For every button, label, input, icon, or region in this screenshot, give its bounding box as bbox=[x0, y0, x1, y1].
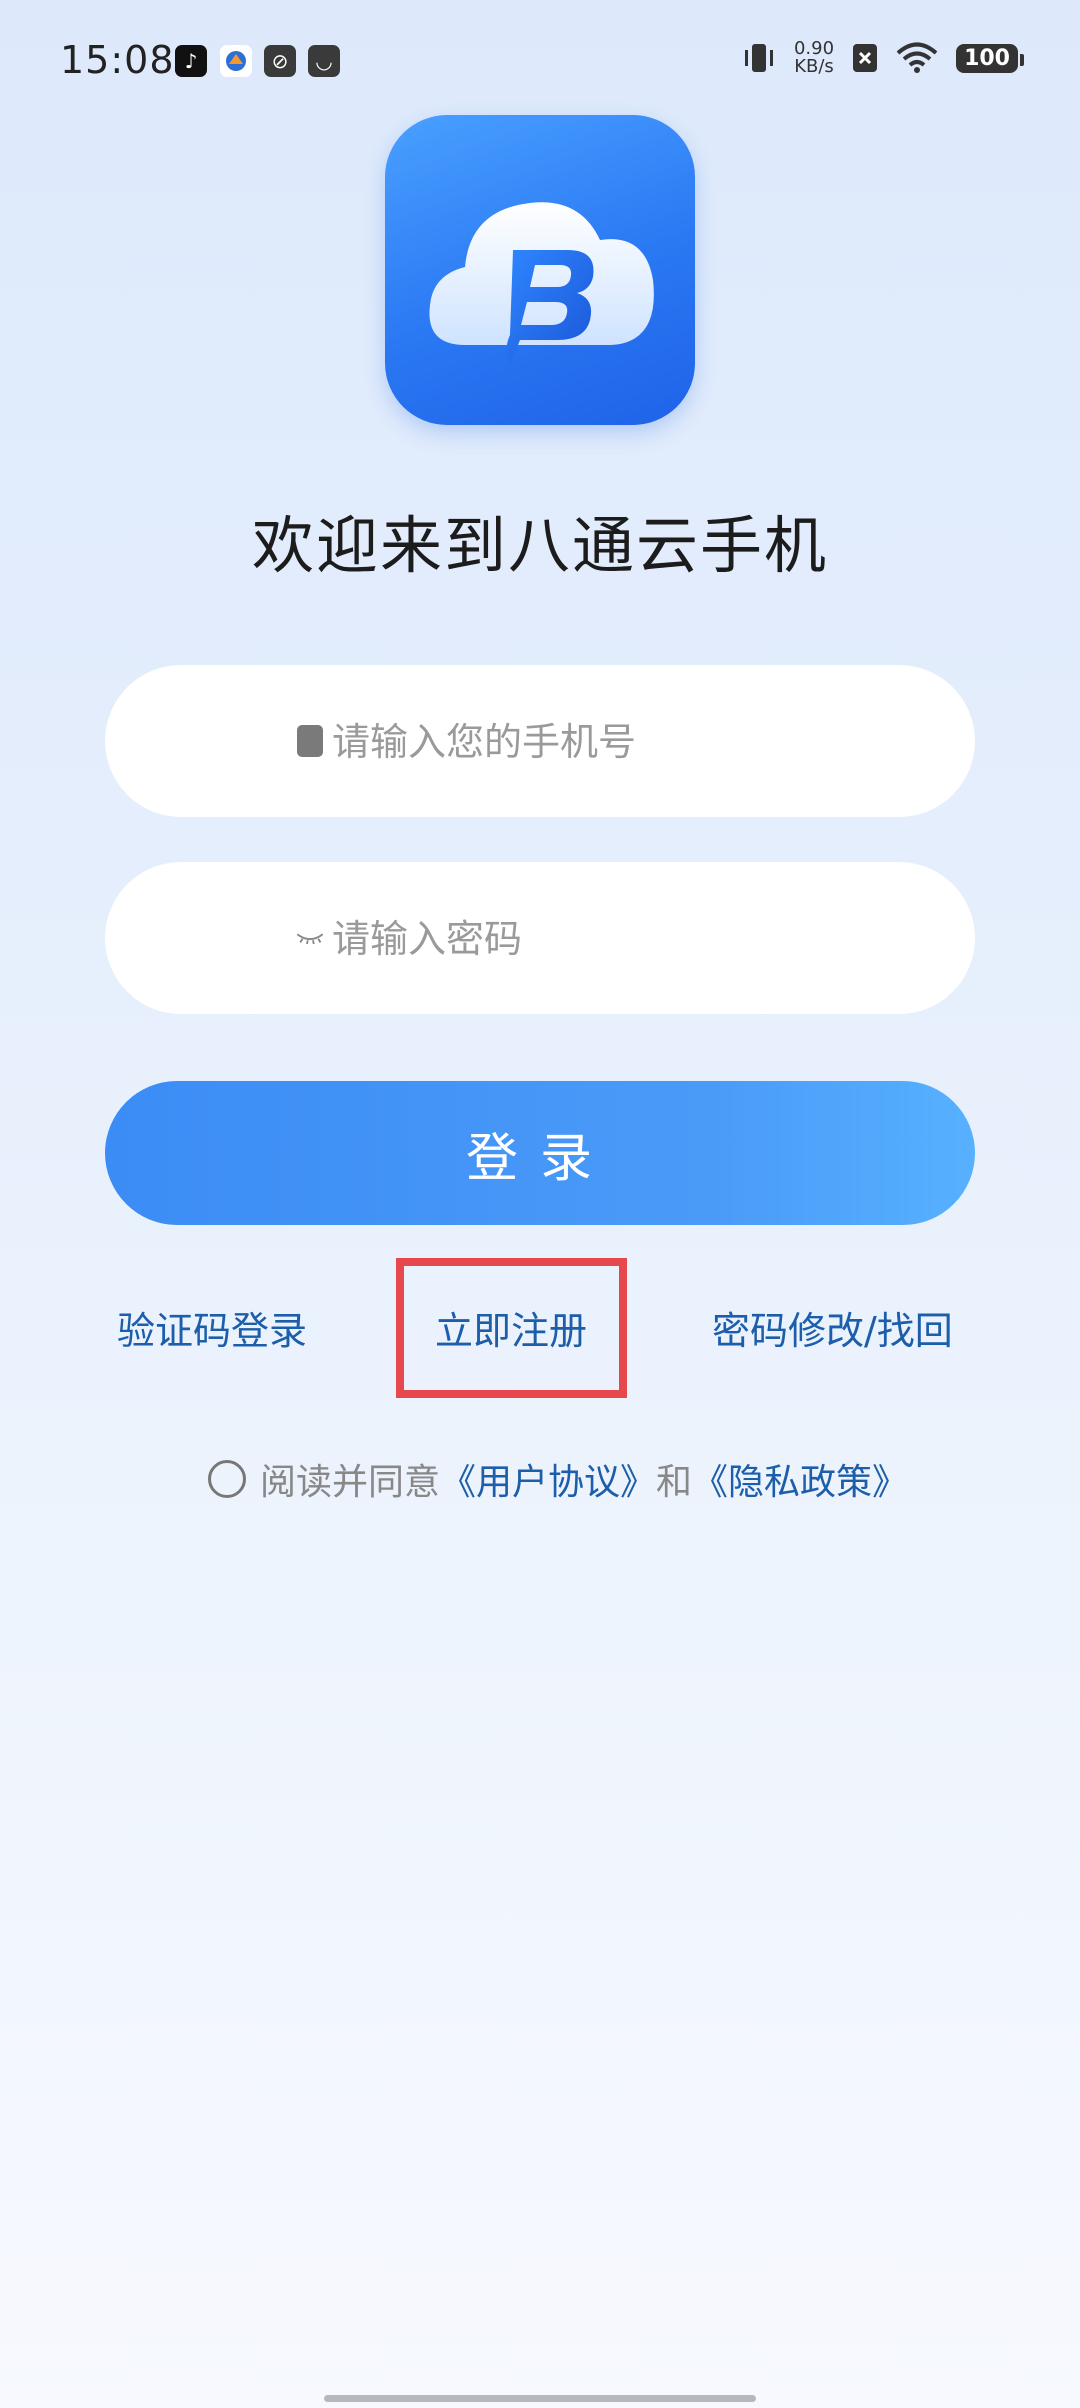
shopping-bag-icon: ◡ bbox=[308, 45, 340, 77]
app-logo bbox=[385, 115, 695, 425]
sim-off-icon bbox=[853, 44, 878, 72]
status-bar: 15:08 ♪ ⊘ ◡ 0.90 KB/s 100 bbox=[0, 0, 1080, 130]
highlight-box bbox=[396, 1258, 627, 1398]
status-time: 15:08 bbox=[60, 38, 175, 82]
tiktok-icon: ♪ bbox=[175, 45, 207, 77]
sms-login-link[interactable]: 验证码登录 bbox=[117, 1300, 307, 1355]
phone-icon bbox=[295, 725, 325, 757]
vibrate-icon bbox=[744, 44, 773, 72]
recover-password-link[interactable]: 密码修改/找回 bbox=[712, 1300, 953, 1355]
user-agreement-link[interactable]: 《用户协议》 bbox=[440, 1453, 656, 1505]
agreement-checkbox[interactable] bbox=[208, 1460, 246, 1498]
agreement-and: 和 bbox=[656, 1462, 693, 1503]
link-app-icon: ⊘ bbox=[264, 45, 296, 77]
status-indicators: 0.90 KB/s 100 bbox=[742, 38, 1024, 77]
password-input[interactable] bbox=[330, 862, 934, 1016]
wifi-icon bbox=[896, 42, 938, 73]
app-notification-icon bbox=[220, 45, 252, 77]
battery-indicator: 100 bbox=[956, 43, 1024, 73]
password-field[interactable] bbox=[105, 862, 975, 1016]
agreement-prefix: 阅读并同意 bbox=[260, 1462, 441, 1503]
agreement-row: 阅读并同意 《用户协议》 和 《隐私政策》 bbox=[208, 1453, 908, 1505]
privacy-policy-link[interactable]: 《隐私政策》 bbox=[692, 1453, 908, 1505]
network-speed: 0.90 KB/s bbox=[793, 38, 835, 77]
phone-input[interactable] bbox=[330, 665, 934, 819]
phone-field[interactable] bbox=[105, 665, 975, 819]
login-button[interactable]: 登录 bbox=[105, 1081, 975, 1225]
cloud-logo-icon bbox=[429, 202, 654, 365]
welcome-title: 欢迎来到八通云手机 bbox=[251, 509, 828, 582]
home-indicator[interactable] bbox=[324, 2395, 756, 2402]
eye-closed-icon[interactable] bbox=[295, 923, 325, 953]
